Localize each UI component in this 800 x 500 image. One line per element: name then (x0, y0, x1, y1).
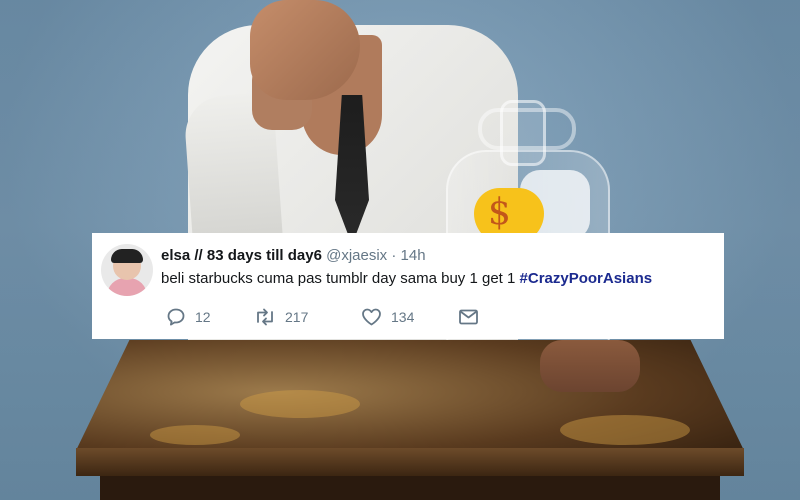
table-stain (240, 390, 360, 418)
reply-button[interactable]: 12 (166, 307, 211, 327)
tweet-text: beli starbucks cuma pas tumblr day sama … (161, 270, 652, 287)
tweet-time[interactable]: 14h (401, 247, 426, 264)
message-button[interactable] (458, 307, 479, 327)
user-handle[interactable]: @xjaesix (326, 247, 387, 264)
like-button[interactable]: 134 (361, 307, 414, 327)
table-base (100, 476, 720, 500)
table-stain (150, 425, 240, 445)
background-photo: $ elsa // 83 days till day6 @xjaesix · 1… (0, 0, 800, 500)
message-icon (459, 309, 478, 325)
display-name[interactable]: elsa // 83 days till day6 (161, 247, 322, 264)
tweet-card[interactable]: elsa // 83 days till day6 @xjaesix · 14h… (92, 233, 724, 339)
retweet-count: 217 (285, 309, 309, 325)
reply-icon (167, 308, 185, 326)
avatar-shirt (107, 278, 147, 296)
retweet-button[interactable]: 217 (254, 307, 308, 327)
man-hand-on-jar (540, 340, 640, 392)
avatar[interactable] (101, 244, 153, 296)
table-stain (560, 415, 690, 445)
tweet-header: elsa // 83 days till day6 @xjaesix · 14h (161, 247, 426, 264)
like-count: 134 (391, 309, 415, 325)
reply-count: 12 (195, 309, 211, 325)
avatar-cap (111, 249, 143, 263)
tweet-body: beli starbucks cuma pas tumblr day sama … (161, 270, 516, 287)
retweet-icon (257, 308, 273, 326)
hashtag-link[interactable]: #CrazyPoorAsians (520, 270, 653, 287)
table-edge (76, 448, 744, 476)
separator-dot: · (391, 247, 397, 264)
dollar-symbol: $ (488, 192, 511, 233)
like-icon (362, 308, 381, 326)
